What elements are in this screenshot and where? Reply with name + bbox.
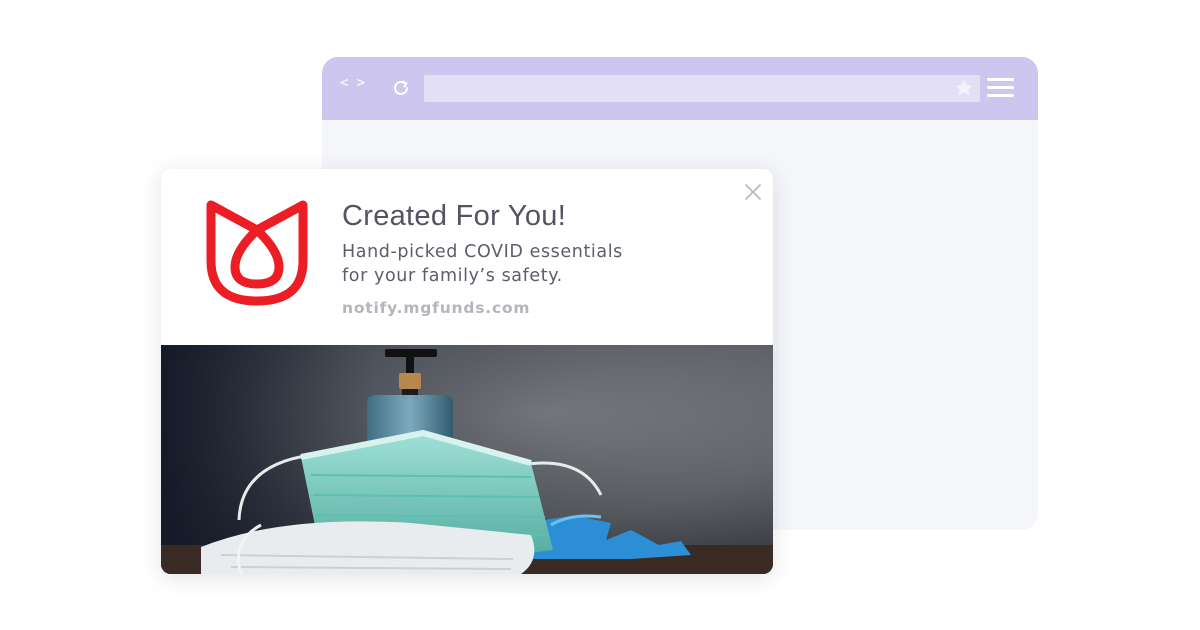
brand-logo-icon (206, 200, 308, 306)
notification-body-line: Hand-picked COVID essentials (342, 242, 623, 262)
notification-body: Hand-picked COVID essentials for your fa… (342, 240, 682, 288)
notification-body-line: for your family’s safety. (342, 266, 563, 286)
menu-icon[interactable] (987, 78, 1015, 100)
forward-icon[interactable]: > (356, 75, 366, 91)
notification-title: Created For You! (342, 200, 567, 232)
address-bar[interactable] (424, 75, 980, 102)
push-notification[interactable]: Created For You! Hand-picked COVID essen… (161, 169, 773, 574)
back-icon[interactable]: < (340, 75, 350, 91)
reload-icon[interactable] (390, 77, 412, 99)
nav-arrows: < > (340, 75, 373, 91)
notification-domain: notify.mgfunds.com (342, 299, 531, 317)
close-icon[interactable] (744, 183, 762, 201)
browser-toolbar: < > (322, 57, 1038, 120)
star-icon[interactable] (954, 78, 974, 98)
notification-hero-image (161, 345, 773, 574)
